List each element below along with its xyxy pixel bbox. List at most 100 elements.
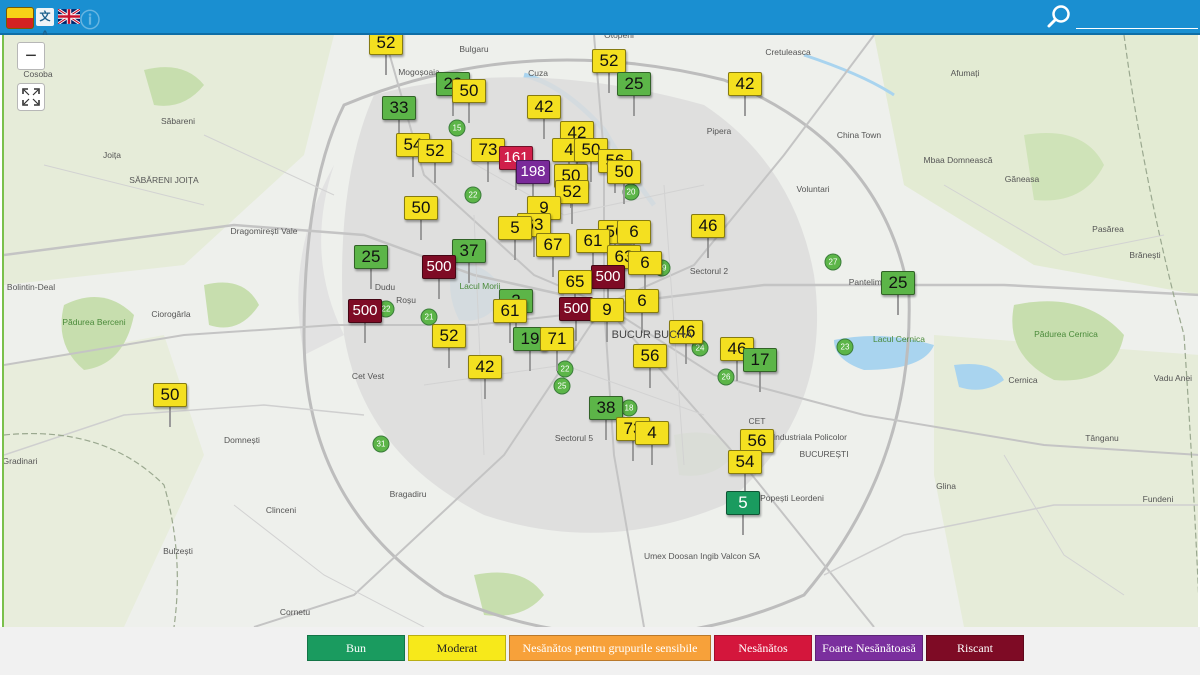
aqi-value: 17 xyxy=(743,348,777,372)
marker-pole xyxy=(897,295,899,315)
place-label: Cernica xyxy=(1008,375,1038,385)
marker-pole xyxy=(632,441,634,461)
marker-pole xyxy=(434,163,436,183)
place-label: Cet Vest xyxy=(351,371,385,381)
aqi-marker[interactable]: 67 xyxy=(536,233,570,277)
aqi-marker[interactable]: 61 xyxy=(493,299,527,343)
place-label: Joița xyxy=(103,150,121,160)
station-dot[interactable]: 27 xyxy=(824,253,842,271)
search-input[interactable] xyxy=(1076,8,1198,29)
logo-watermark: ⓘ xyxy=(80,10,101,32)
aqi-marker[interactable]: 6 xyxy=(625,289,659,333)
marker-pole xyxy=(651,445,653,465)
aqi-value: 71 xyxy=(540,327,574,351)
aqi-marker[interactable]: 500 xyxy=(348,299,382,343)
place-label: Tânganu xyxy=(1085,433,1119,443)
marker-pole xyxy=(468,103,470,123)
city-center-label: BUCUR BUCHA xyxy=(611,329,693,341)
place-label: Domnești xyxy=(224,435,260,445)
marker-pole xyxy=(529,351,531,371)
aqi-marker[interactable]: 52 xyxy=(369,35,403,75)
aqi-marker[interactable]: 50 xyxy=(607,160,641,204)
legend-item: Nesănătos xyxy=(714,635,812,661)
place-label: Bolintin-Deal xyxy=(6,282,56,292)
aqi-value: 52 xyxy=(592,49,626,73)
aqi-marker[interactable]: 52 xyxy=(432,324,466,368)
place-label: Pasărea xyxy=(1092,224,1124,234)
aqi-marker[interactable]: 500 xyxy=(559,297,593,341)
aqi-marker[interactable]: 42 xyxy=(468,355,502,399)
aqi-marker[interactable]: 37 xyxy=(452,239,486,283)
station-dot[interactable]: 22 xyxy=(464,186,482,204)
place-label: Popești Leordeni xyxy=(760,493,824,503)
station-dot[interactable]: 23 xyxy=(836,338,854,356)
aqi-marker[interactable]: 61 xyxy=(576,229,610,273)
aqi-marker[interactable]: 198 xyxy=(516,160,550,204)
aqi-marker[interactable]: 25 xyxy=(617,72,651,116)
station-dot[interactable]: 21 xyxy=(420,308,438,326)
zoom-out-button[interactable]: − xyxy=(17,42,45,70)
legend-item: Moderat xyxy=(408,635,506,661)
place-label: Cornetu xyxy=(279,607,311,617)
station-dot[interactable]: 22 xyxy=(556,360,574,378)
place-label: Mbaa Domnească xyxy=(923,155,993,165)
place-label: BUCUREȘTI xyxy=(799,449,849,459)
station-dot[interactable]: 31 xyxy=(372,435,390,453)
aqi-marker[interactable]: 500 xyxy=(422,255,456,299)
fullscreen-icon[interactable] xyxy=(17,83,45,111)
aqi-marker[interactable]: 42 xyxy=(527,95,561,139)
aqi-marker[interactable]: 56 xyxy=(633,344,667,388)
station-dot[interactable]: 20 xyxy=(622,183,640,201)
aqi-marker[interactable]: 17 xyxy=(743,348,777,392)
place-label: CET xyxy=(748,416,766,426)
marker-pole xyxy=(533,237,535,257)
aqi-value: 42 xyxy=(527,95,561,119)
aqi-value: 65 xyxy=(558,270,592,294)
romania-flag-icon[interactable] xyxy=(6,7,34,29)
aqi-value: 500 xyxy=(348,299,382,323)
aqi-marker[interactable]: 46 xyxy=(691,214,725,258)
aqi-marker[interactable]: 33 xyxy=(382,96,416,140)
aqi-marker[interactable]: 52 xyxy=(418,139,452,183)
marker-pole xyxy=(608,73,610,93)
marker-pole xyxy=(448,348,450,368)
aqi-marker[interactable]: 4 xyxy=(635,421,669,465)
place-label: Bulzești xyxy=(163,546,193,556)
marker-pole xyxy=(370,269,372,289)
aqi-marker[interactable]: 71 xyxy=(540,327,574,371)
place-label: Voluntari xyxy=(796,184,830,194)
aqi-marker[interactable]: 5 xyxy=(498,216,532,260)
place-label: Bragadiru xyxy=(389,489,427,499)
aqi-value: 61 xyxy=(576,229,610,253)
search-icon[interactable] xyxy=(1046,4,1072,30)
aqi-marker[interactable]: 54 xyxy=(728,450,762,494)
aqi-value: 61 xyxy=(493,299,527,323)
aqi-marker[interactable]: 9 xyxy=(590,298,624,342)
aqi-marker[interactable]: 25 xyxy=(354,245,388,289)
legend-item: Bun xyxy=(307,635,405,661)
station-dot[interactable]: 18 xyxy=(620,399,638,417)
station-dot[interactable]: 25 xyxy=(553,377,571,395)
aqi-marker[interactable]: 50 xyxy=(153,383,187,427)
map-canvas[interactable]: − Cosoba Săbareni Joița SĂBĂRENI JOIȚA Drago… xyxy=(2,35,1198,627)
station-dot[interactable]: 26 xyxy=(717,368,735,386)
aqi-marker[interactable]: 5 xyxy=(726,491,760,535)
aqi-value: 500 xyxy=(422,255,456,279)
aqi-marker[interactable]: 25 xyxy=(881,271,915,315)
aqi-marker[interactable]: 65 xyxy=(558,270,592,314)
station-dot[interactable]: 15 xyxy=(448,119,466,137)
aqi-value: 42 xyxy=(728,72,762,96)
translate-icon[interactable]: 文A xyxy=(36,8,54,41)
green-area-label: Lacul Morii xyxy=(459,281,501,291)
uk-flag-icon[interactable] xyxy=(58,9,80,24)
aqi-marker[interactable]: 42 xyxy=(728,72,762,116)
aqi-marker[interactable]: 500 xyxy=(591,265,625,309)
aqi-marker[interactable]: 50 xyxy=(452,79,486,123)
aqi-marker[interactable]: 6 xyxy=(617,220,651,264)
aqi-marker[interactable]: 50 xyxy=(404,196,438,240)
place-label: Dudu xyxy=(374,282,396,292)
legend-item: Riscant xyxy=(926,635,1024,661)
aqi-marker[interactable]: 6 xyxy=(628,251,662,295)
green-area-label: Pădurea Cernica xyxy=(1034,329,1098,339)
marker-pole xyxy=(543,119,545,139)
